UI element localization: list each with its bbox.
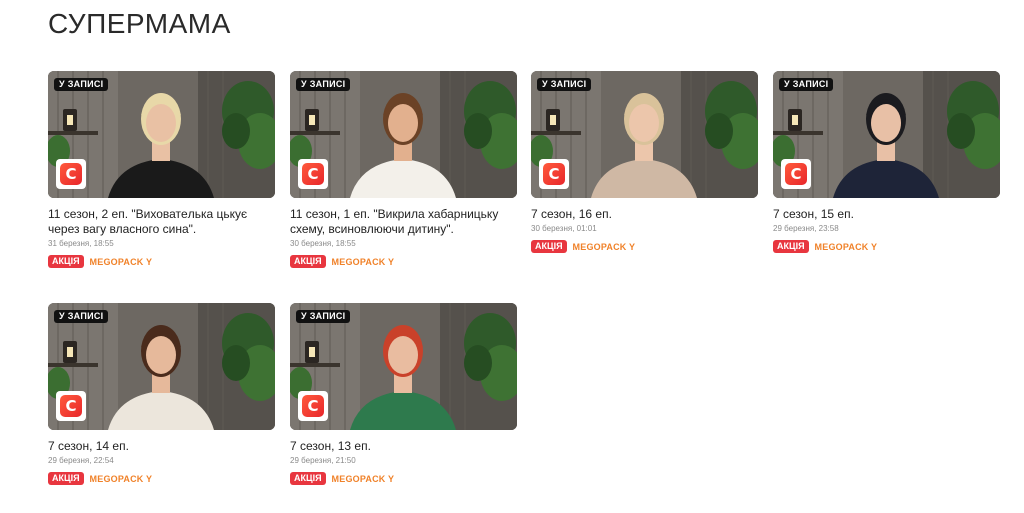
episode-card[interactable]: У ЗАПИСІ С 7 сезон, 14 еп. 29 березня, 2… — [48, 303, 275, 485]
episode-thumbnail-frame[interactable]: У ЗАПИСІ С — [290, 71, 517, 198]
channel-logo-letter: С — [302, 395, 324, 417]
episode-tags: АКЦІЯ MEGOPACK Y — [290, 472, 517, 485]
episode-date: 30 березня, 01:01 — [531, 224, 597, 233]
episode-thumbnail-frame[interactable]: У ЗАПИСІ С — [48, 303, 275, 430]
sale-badge: АКЦІЯ — [773, 240, 809, 253]
package-label: MEGOPACK Y — [89, 256, 153, 267]
recorded-badge: У ЗАПИСІ — [54, 78, 109, 91]
package-label: MEGOPACK Y — [814, 241, 878, 252]
episode-title[interactable]: 11 сезон, 1 еп. "Викрила хабарницьку схе… — [290, 207, 517, 237]
channel-logo-letter: С — [60, 163, 82, 185]
episode-date: 29 березня, 22:54 — [48, 456, 114, 465]
page-title: СУПЕРМАМА — [48, 8, 231, 39]
episode-card[interactable]: У ЗАПИСІ С 7 сезон, 16 еп. 30 березня, 0… — [531, 71, 758, 253]
episode-thumbnail-frame[interactable]: У ЗАПИСІ С — [773, 71, 1000, 198]
channel-logo-icon: С — [56, 391, 86, 421]
episode-tags: АКЦІЯ MEGOPACK Y — [531, 240, 758, 253]
package-label: MEGOPACK Y — [331, 473, 395, 484]
channel-logo-icon: С — [298, 391, 328, 421]
episode-date: 29 березня, 21:50 — [290, 456, 356, 465]
episode-date: 31 березня, 18:55 — [48, 239, 114, 248]
episode-title[interactable]: 7 сезон, 14 еп. — [48, 439, 275, 454]
recorded-badge: У ЗАПИСІ — [779, 78, 834, 91]
episode-thumbnail-frame[interactable]: У ЗАПИСІ С — [531, 71, 758, 198]
channel-logo-icon: С — [298, 159, 328, 189]
episode-card[interactable]: У ЗАПИСІ С 7 сезон, 15 еп. 29 березня, 2… — [773, 71, 1000, 253]
episode-tags: АКЦІЯ MEGOPACK Y — [48, 472, 275, 485]
recorded-badge: У ЗАПИСІ — [537, 78, 592, 91]
recorded-badge: У ЗАПИСІ — [54, 310, 109, 323]
episode-card[interactable]: У ЗАПИСІ С 11 сезон, 1 еп. "Викрила хаба… — [290, 71, 517, 268]
episode-tags: АКЦІЯ MEGOPACK Y — [290, 255, 517, 268]
episode-card[interactable]: У ЗАПИСІ С 7 сезон, 13 еп. 29 березня, 2… — [290, 303, 517, 485]
sale-badge: АКЦІЯ — [48, 255, 84, 268]
episode-thumbnail-frame[interactable]: У ЗАПИСІ С — [48, 71, 275, 198]
episode-title[interactable]: 7 сезон, 16 еп. — [531, 207, 758, 222]
package-label: MEGOPACK Y — [89, 473, 153, 484]
channel-logo-letter: С — [543, 163, 565, 185]
package-label: MEGOPACK Y — [331, 256, 395, 267]
episode-title[interactable]: 11 сезон, 2 еп. "Виховатeлька цькує чере… — [48, 207, 275, 237]
channel-logo-icon: С — [56, 159, 86, 189]
episode-date: 30 березня, 18:55 — [290, 239, 356, 248]
recorded-badge: У ЗАПИСІ — [296, 310, 351, 323]
recorded-badge: У ЗАПИСІ — [296, 78, 351, 91]
channel-logo-letter: С — [785, 163, 807, 185]
episode-thumbnail-frame[interactable]: У ЗАПИСІ С — [290, 303, 517, 430]
episode-card[interactable]: У ЗАПИСІ С 11 сезон, 2 еп. "Виховатeлька… — [48, 71, 275, 268]
episode-tags: АКЦІЯ MEGOPACK Y — [48, 255, 275, 268]
sale-badge: АКЦІЯ — [48, 472, 84, 485]
sale-badge: АКЦІЯ — [290, 255, 326, 268]
package-label: MEGOPACK Y — [572, 241, 636, 252]
episode-title[interactable]: 7 сезон, 15 еп. — [773, 207, 1000, 222]
sale-badge: АКЦІЯ — [290, 472, 326, 485]
sale-badge: АКЦІЯ — [531, 240, 567, 253]
channel-logo-icon: С — [539, 159, 569, 189]
channel-logo-letter: С — [302, 163, 324, 185]
channel-logo-letter: С — [60, 395, 82, 417]
episode-title[interactable]: 7 сезон, 13 еп. — [290, 439, 517, 454]
episode-date: 29 березня, 23:58 — [773, 224, 839, 233]
episode-tags: АКЦІЯ MEGOPACK Y — [773, 240, 1000, 253]
channel-logo-icon: С — [781, 159, 811, 189]
